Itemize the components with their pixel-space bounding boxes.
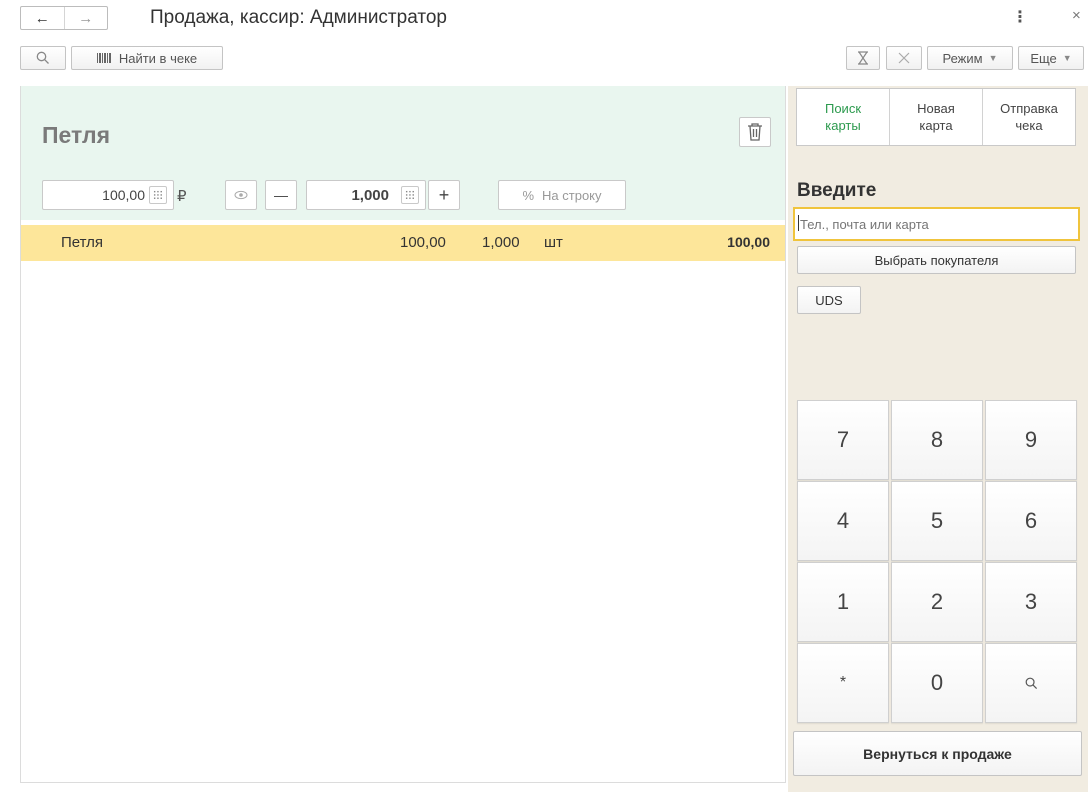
uds-button[interactable]: UDS bbox=[797, 286, 861, 314]
line-discount-label: На строку bbox=[542, 187, 602, 203]
navigation-buttons: ← → bbox=[20, 6, 108, 30]
trash-icon bbox=[748, 123, 762, 141]
row-price: 100,00 bbox=[400, 234, 446, 251]
back-button[interactable]: ← bbox=[21, 7, 64, 29]
keypad-icon[interactable] bbox=[401, 186, 419, 204]
more-label: Еще bbox=[1030, 50, 1057, 66]
search-button[interactable] bbox=[20, 46, 66, 70]
plus-icon: + bbox=[438, 184, 450, 205]
delete-item-button[interactable] bbox=[739, 117, 771, 147]
quantity-field[interactable]: 1,000 bbox=[306, 180, 426, 210]
tab-new-card[interactable]: Новая карта bbox=[889, 89, 982, 145]
arrow-left-icon: ← bbox=[34, 9, 50, 27]
tab-label: Поиск bbox=[824, 101, 862, 116]
current-item-name: Петля bbox=[42, 122, 111, 148]
more-vertical-icon[interactable]: ⋮ bbox=[1012, 7, 1028, 27]
window-title: Продажа, кассир: Администратор bbox=[150, 7, 447, 28]
keypad-icon[interactable] bbox=[149, 186, 167, 204]
chevron-down-icon: ▼ bbox=[988, 53, 998, 63]
choose-customer-label: Выбрать покупателя bbox=[874, 252, 999, 268]
numeric-keypad: 7 8 9 4 5 6 1 2 3 * 0 bbox=[797, 400, 1079, 724]
table-row[interactable]: Петля 100,00 1,000 шт 100,00 bbox=[21, 225, 785, 261]
hourglass-icon bbox=[858, 51, 868, 65]
minus-icon: — bbox=[274, 187, 288, 203]
uds-label: UDS bbox=[815, 292, 843, 308]
tab-label: карта bbox=[919, 118, 953, 133]
key-asterisk[interactable]: * bbox=[797, 643, 889, 723]
key-7[interactable]: 7 bbox=[797, 400, 889, 480]
key-8[interactable]: 8 bbox=[891, 400, 983, 480]
row-name: Петля bbox=[61, 234, 104, 251]
key-0[interactable]: 0 bbox=[891, 643, 983, 723]
decrease-quantity-button[interactable]: — bbox=[265, 180, 297, 210]
arrow-right-icon: → bbox=[78, 9, 94, 27]
key-4[interactable]: 4 bbox=[797, 481, 889, 561]
quantity-value: 1,000 bbox=[351, 186, 389, 204]
mode-label: Режим bbox=[942, 50, 983, 66]
cancel-button[interactable] bbox=[886, 46, 922, 70]
row-quantity: 1,000 bbox=[482, 234, 520, 251]
price-field[interactable]: 100,00 bbox=[42, 180, 174, 210]
text-cursor bbox=[798, 215, 799, 231]
key-search[interactable] bbox=[985, 643, 1077, 723]
tab-label: Отправка bbox=[1000, 101, 1058, 116]
key-5[interactable]: 5 bbox=[891, 481, 983, 561]
eye-icon bbox=[234, 190, 248, 200]
close-icon bbox=[898, 52, 910, 64]
increase-quantity-button[interactable]: + bbox=[428, 180, 460, 210]
find-in-receipt-label: Найти в чеке bbox=[118, 50, 198, 66]
key-1[interactable]: 1 bbox=[797, 562, 889, 642]
tab-card-search[interactable]: Поиск карты bbox=[797, 89, 889, 145]
return-to-sale-button[interactable]: Вернуться к продаже bbox=[793, 731, 1082, 776]
percent-icon: % bbox=[522, 187, 535, 203]
tab-send-receipt[interactable]: Отправка чека bbox=[982, 89, 1075, 145]
forward-button[interactable]: → bbox=[63, 7, 108, 29]
chevron-down-icon: ▼ bbox=[1062, 53, 1072, 63]
return-to-sale-label: Вернуться к продаже bbox=[863, 745, 1012, 762]
price-value: 100,00 bbox=[102, 187, 145, 203]
find-in-receipt-button[interactable]: Найти в чеке bbox=[71, 46, 223, 70]
search-icon bbox=[36, 51, 49, 64]
tab-label: карты bbox=[825, 118, 861, 133]
customer-tabs: Поиск карты Новая карта Отправка чека bbox=[796, 88, 1076, 146]
tab-label: чека bbox=[1015, 118, 1043, 133]
customer-search-input[interactable] bbox=[793, 207, 1080, 241]
line-discount-button[interactable]: % На строку bbox=[498, 180, 626, 210]
close-icon[interactable]: × bbox=[1072, 7, 1081, 24]
key-2[interactable]: 2 bbox=[891, 562, 983, 642]
key-9[interactable]: 9 bbox=[985, 400, 1077, 480]
row-sum: 100,00 bbox=[727, 234, 770, 250]
row-unit: шт bbox=[544, 234, 563, 251]
enter-heading: Введите bbox=[797, 180, 877, 201]
more-dropdown[interactable]: Еще ▼ bbox=[1018, 46, 1084, 70]
view-button[interactable] bbox=[225, 180, 257, 210]
hourglass-button[interactable] bbox=[846, 46, 880, 70]
choose-customer-button[interactable]: Выбрать покупателя bbox=[797, 246, 1076, 274]
barcode-icon bbox=[96, 53, 111, 63]
key-6[interactable]: 6 bbox=[985, 481, 1077, 561]
mode-dropdown[interactable]: Режим ▼ bbox=[927, 46, 1013, 70]
key-3[interactable]: 3 bbox=[985, 562, 1077, 642]
currency-label: ₽ bbox=[177, 188, 187, 205]
search-icon bbox=[1025, 677, 1037, 689]
tab-label: Новая bbox=[917, 101, 955, 116]
